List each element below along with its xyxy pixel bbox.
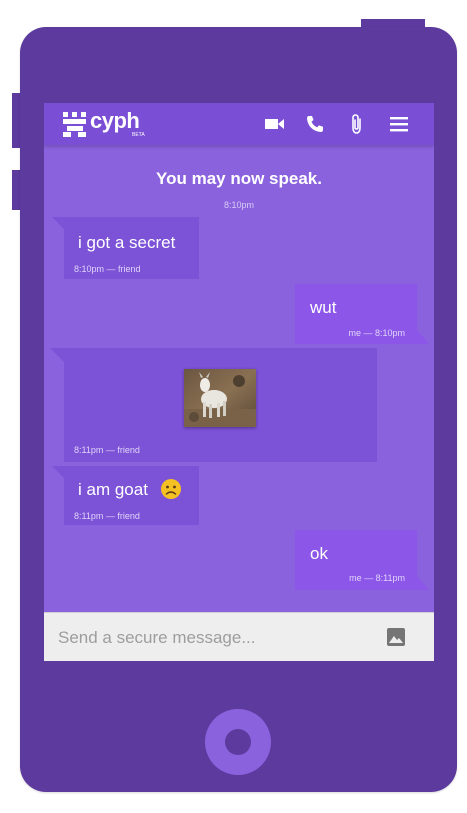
message-meta: me — 8:10pm (348, 328, 405, 338)
message-meta: 8:11pm — friend (74, 511, 140, 521)
cyph-logo[interactable]: cyph BETA (62, 108, 145, 138)
message-bubble-me: wut me — 8:10pm (295, 284, 417, 344)
message-input[interactable]: Send a secure message... (58, 628, 256, 648)
message-text: i got a secret (78, 233, 176, 252)
phone-icon[interactable] (304, 114, 326, 134)
message-bubble-me: ok me — 8:11pm (295, 530, 417, 590)
image-icon[interactable] (386, 627, 406, 647)
chat-screen: cyph BETA You may now speak. 8:10pm i go… (44, 103, 434, 660)
message-bubble-friend: i got a secret 8:10pm — friend (64, 217, 199, 279)
message-composer: Send a secure message... (44, 612, 434, 661)
message-bubble-friend: i am goat 8:11pm — friend (64, 466, 199, 525)
sad-face-emoji-icon (161, 479, 181, 499)
status-time: 8:10pm (223, 200, 255, 210)
bubble-tail (417, 576, 429, 590)
message-text: i am goat (78, 480, 148, 499)
bubble-tail (417, 330, 429, 344)
status-title: You may now speak. (156, 169, 322, 188)
home-button-center (225, 729, 251, 755)
top-toolbar: cyph BETA (44, 103, 434, 145)
message-text: ok (310, 544, 328, 563)
message-text: wut (310, 298, 337, 317)
menu-icon[interactable] (388, 114, 410, 134)
logo-text: cyph (90, 108, 140, 133)
video-icon[interactable] (264, 114, 286, 134)
bubble-tail (50, 348, 64, 362)
message-meta: 8:10pm — friend (74, 264, 141, 274)
attachment-icon[interactable] (346, 114, 368, 134)
beta-label: BETA (132, 132, 145, 138)
message-meta: 8:11pm — friend (74, 445, 140, 455)
message-meta: me — 8:11pm (349, 573, 405, 583)
home-button[interactable] (205, 709, 271, 775)
castle-icon (63, 112, 86, 137)
goat-image[interactable] (184, 369, 256, 427)
